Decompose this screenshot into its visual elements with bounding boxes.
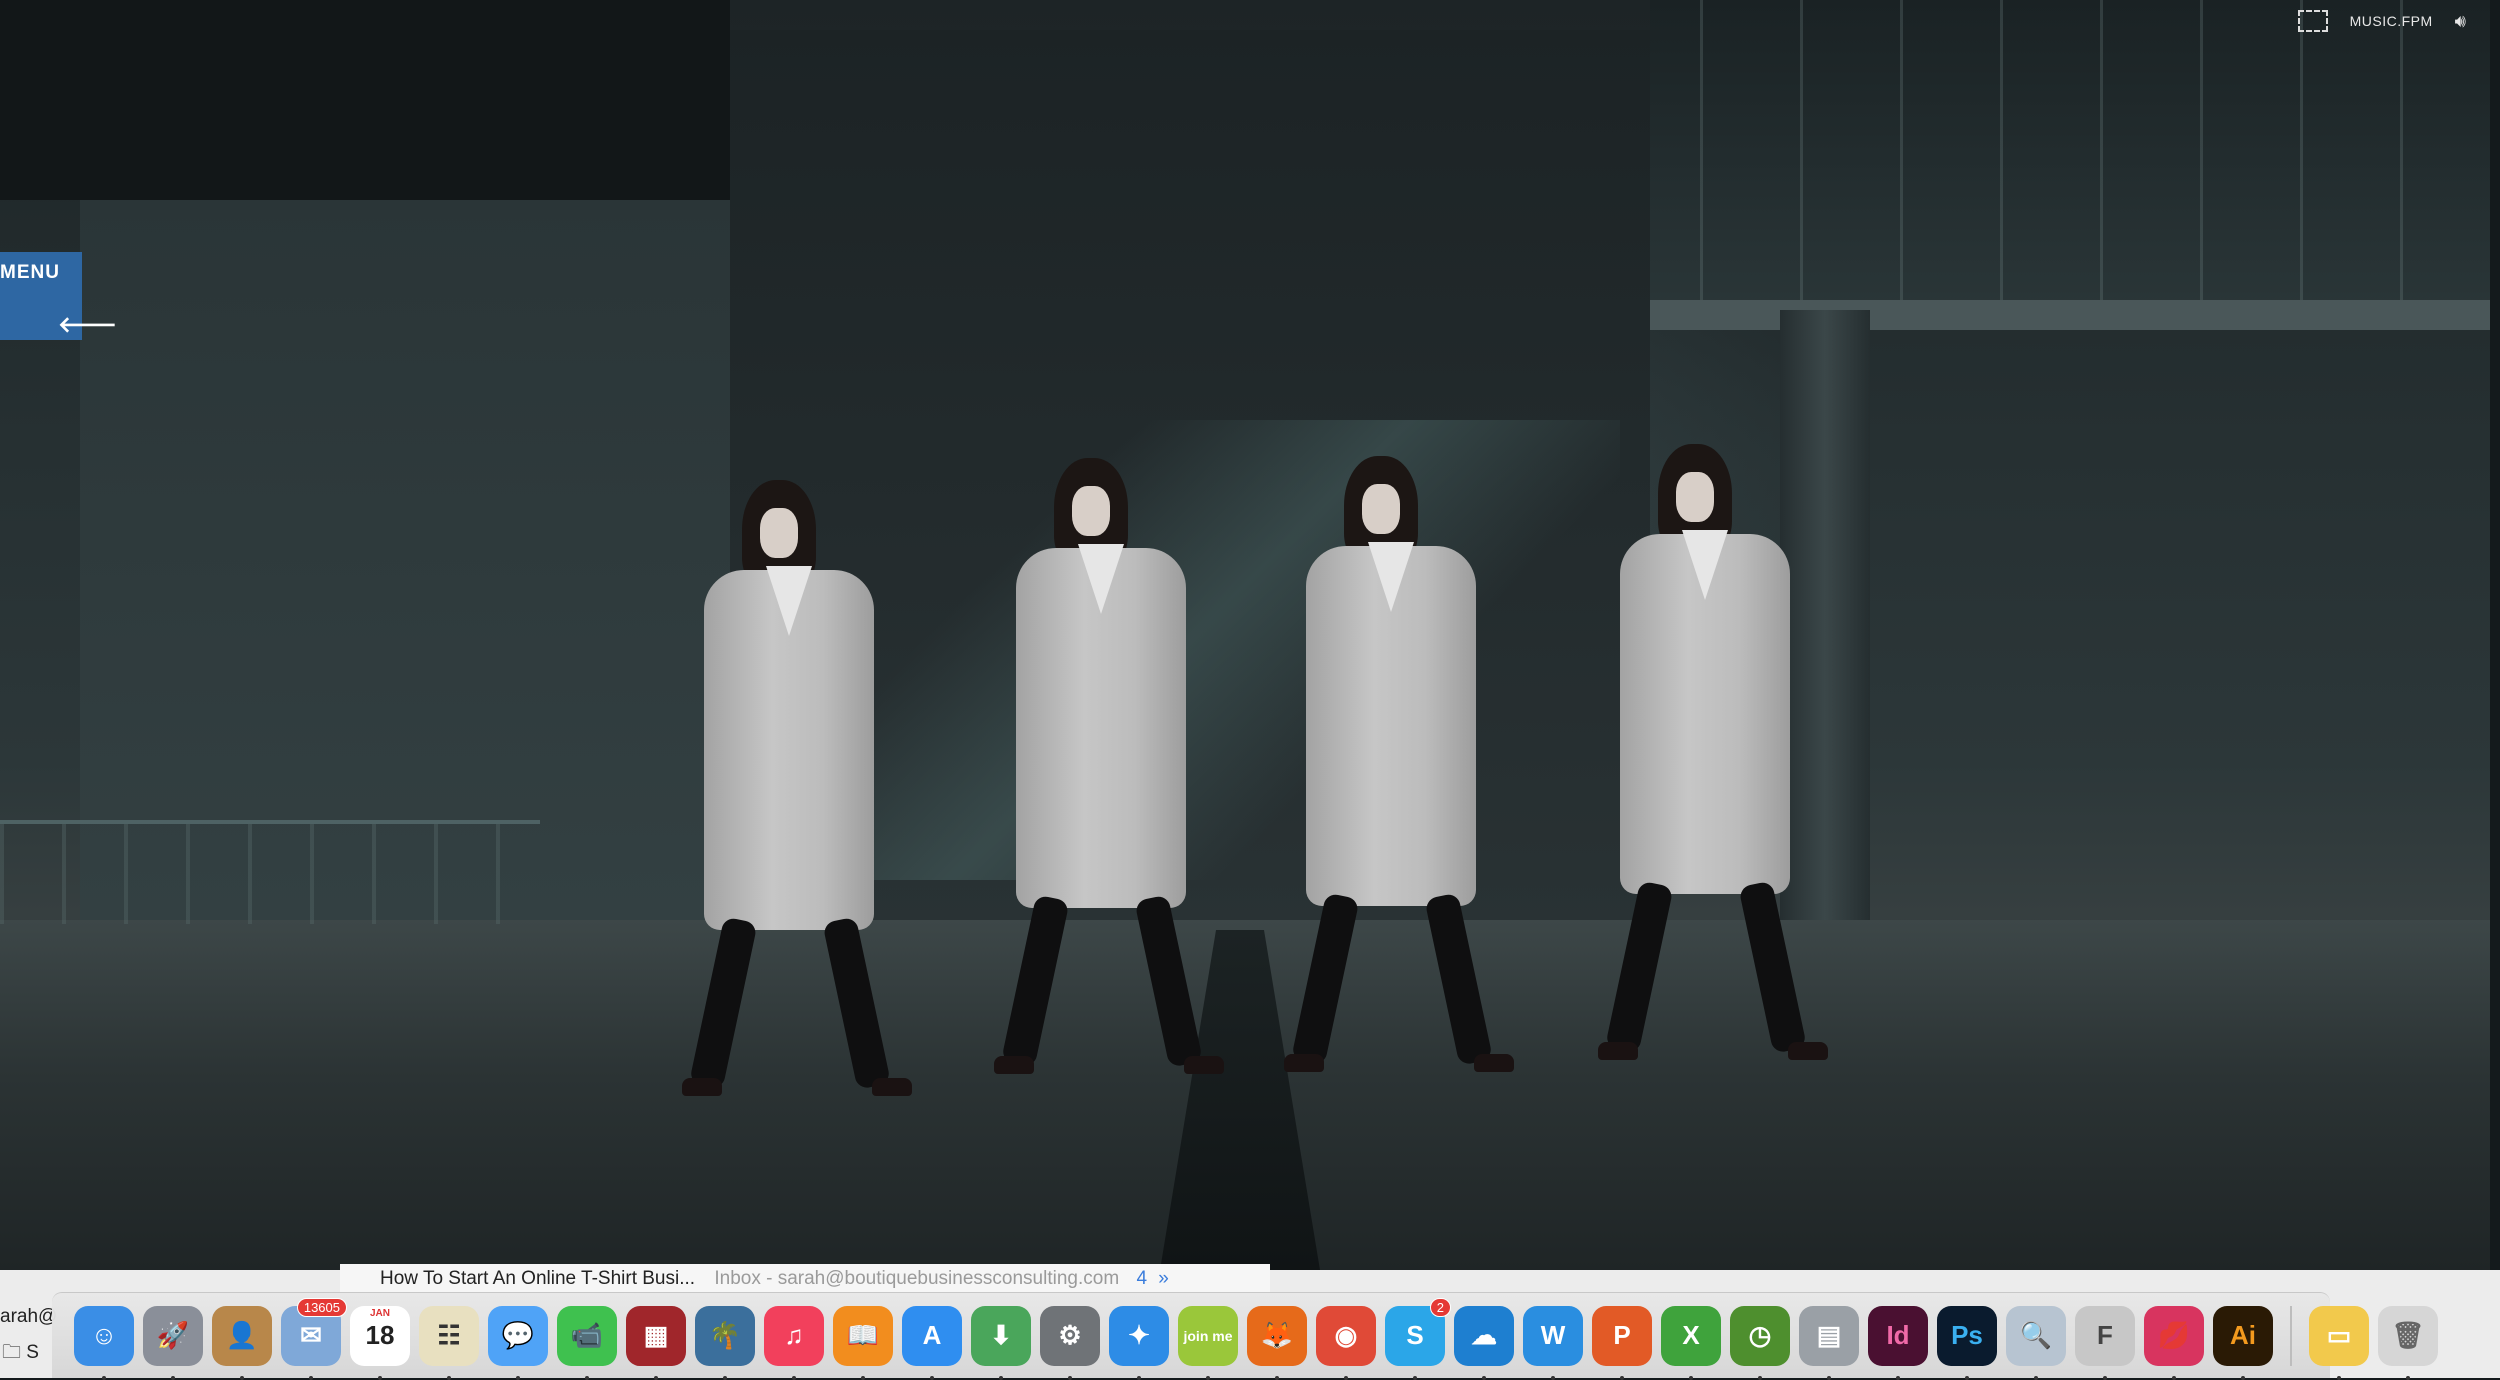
- dock-glyph: ✉: [300, 1320, 322, 1350]
- documents-stack-icon[interactable]: ▭: [2309, 1305, 2369, 1380]
- dock-glyph: Ps: [1951, 1320, 1983, 1350]
- pillar: [1780, 310, 1870, 930]
- system-preferences-icon[interactable]: ⚙: [1040, 1305, 1100, 1380]
- lacie-icon[interactable]: ☁: [1454, 1305, 1514, 1380]
- iphoto-icon[interactable]: 🌴: [695, 1305, 755, 1380]
- dock-glyph: P: [1613, 1320, 1631, 1350]
- background-sidebar-text: arah@: [0, 1306, 58, 1327]
- dock-glyph: 🦊: [1260, 1320, 1294, 1350]
- dock-glyph: ◷: [1748, 1320, 1772, 1350]
- menu-label: MENU: [0, 262, 60, 283]
- messages-icon[interactable]: 💬: [488, 1305, 548, 1380]
- mail-thread-count: 4: [1136, 1268, 1148, 1289]
- contacts-icon[interactable]: 👤: [212, 1305, 272, 1380]
- video-controls: MUSIC.FPM 🔊︎: [2297, 6, 2466, 36]
- app-store-icon[interactable]: A: [902, 1305, 962, 1380]
- word-icon[interactable]: W: [1523, 1305, 1583, 1380]
- facetime-icon[interactable]: 📹: [557, 1305, 617, 1380]
- dock-glyph: W: [1540, 1320, 1566, 1350]
- dock: ☺ 🚀 👤 ✉ 13605 JAN 18 ☷ 💬 📹 ▦ 🌴 ♫ 📖 A ⬇ ⚙ ✦ join me 🦊 ◉ S 2 ☁ W P X…: [52, 1292, 2438, 1380]
- safari-icon[interactable]: ✦: [1109, 1305, 1169, 1380]
- dock-glyph: ☁: [1471, 1320, 1497, 1350]
- volume-icon[interactable]: 🔊︎: [2455, 11, 2466, 32]
- firefox-icon[interactable]: 🦊: [1247, 1305, 1307, 1380]
- join-me-icon[interactable]: join me: [1178, 1305, 1238, 1380]
- mail-list-row[interactable]: How To Start An Online T-Shirt Busi... I…: [340, 1264, 1270, 1294]
- illustrator-icon[interactable]: Ai: [2213, 1305, 2273, 1380]
- dock-glyph: 📖: [846, 1320, 880, 1350]
- itunes-icon[interactable]: ♫: [764, 1305, 824, 1380]
- dock-glyph: join me: [1183, 1327, 1233, 1344]
- dock-glyph: ⚙: [1058, 1320, 1082, 1350]
- finder-icon[interactable]: ☺: [74, 1305, 134, 1380]
- dock-glyph: Id: [1886, 1320, 1910, 1350]
- trash-icon[interactable]: 🗑: [2378, 1305, 2438, 1380]
- dock-glyph: 👤: [225, 1320, 259, 1350]
- dock-glyph: 🌴: [708, 1320, 742, 1350]
- calendar-month: JAN: [369, 1307, 390, 1319]
- dock-glyph: ▦: [643, 1320, 669, 1350]
- dock-glyph: 🚀: [156, 1320, 190, 1350]
- ceiling: [0, 0, 730, 200]
- dock-glyph: 💋: [2157, 1320, 2191, 1350]
- dock-glyph: ☷: [437, 1320, 461, 1350]
- dock-glyph: Ai: [2230, 1320, 2256, 1350]
- chrome-icon[interactable]: ◉: [1316, 1305, 1376, 1380]
- dock-glyph: 💬: [501, 1320, 535, 1350]
- dock-separator: [2290, 1305, 2292, 1366]
- dock-glyph: ♫: [784, 1320, 804, 1350]
- dock-glyph: 🔍: [2019, 1320, 2053, 1350]
- railing: [0, 820, 540, 924]
- arrow-left-icon[interactable]: 🡐: [58, 312, 117, 338]
- dock-glyph: ☺: [90, 1320, 118, 1350]
- chevron-right-icon[interactable]: »: [1158, 1268, 1169, 1289]
- photoshop-icon[interactable]: Ps: [1937, 1305, 1997, 1380]
- calendar-icon[interactable]: JAN 18: [350, 1305, 410, 1380]
- mail-subject: How To Start An Online T-Shirt Busi...: [380, 1268, 696, 1289]
- music-link[interactable]: MUSIC.FPM: [2350, 13, 2433, 29]
- dock-glyph: F: [2097, 1320, 2113, 1350]
- ibooks-icon[interactable]: 📖: [833, 1305, 893, 1380]
- notification-badge: 2: [1429, 1297, 1451, 1317]
- dock-glyph: ◉: [1334, 1320, 1358, 1350]
- dock-glyph: X: [1682, 1320, 1700, 1350]
- excel-icon[interactable]: X: [1661, 1305, 1721, 1380]
- background-folder-item: 🗀 S: [2, 1342, 39, 1363]
- preview-icon[interactable]: ☷: [419, 1305, 479, 1380]
- downloader-icon[interactable]: ⬇: [971, 1305, 1031, 1380]
- dock-glyph: ⬇: [990, 1320, 1012, 1350]
- dock-glyph: ✦: [1128, 1320, 1150, 1350]
- photo-booth-icon[interactable]: ▦: [626, 1305, 686, 1380]
- powerpoint-icon[interactable]: P: [1592, 1305, 1652, 1380]
- balcony-edge: [1650, 300, 2490, 330]
- menu-button[interactable]: MENU 🡐: [0, 252, 117, 340]
- dock-glyph: A: [922, 1320, 942, 1350]
- indesign-icon[interactable]: Id: [1868, 1305, 1928, 1380]
- dock-glyph: ▭: [2326, 1320, 2352, 1350]
- mail-icon[interactable]: ✉ 13605: [281, 1297, 347, 1380]
- dock-glyph: 18: [365, 1320, 395, 1350]
- font-book-icon[interactable]: F: [2075, 1305, 2135, 1380]
- dock-glyph: ▤: [1816, 1320, 1842, 1350]
- fullscreen-icon[interactable]: [2297, 10, 2328, 32]
- mail-mailbox: Inbox - sarah@boutiquebusinessconsulting…: [714, 1268, 1120, 1289]
- kiss-app-icon[interactable]: 💋: [2144, 1305, 2204, 1380]
- time-machine-icon[interactable]: ◷: [1730, 1305, 1790, 1380]
- image-capture-icon[interactable]: 🔍: [2006, 1305, 2066, 1380]
- notification-badge: 13605: [296, 1297, 347, 1317]
- glass-windows: [1700, 0, 2490, 300]
- dock-glyph: S: [1406, 1320, 1424, 1350]
- launchpad-icon[interactable]: 🚀: [143, 1305, 203, 1380]
- dock-glyph: 📹: [570, 1320, 604, 1350]
- dock-glyph: 🗑: [2391, 1320, 2425, 1350]
- disk-utility-icon[interactable]: ▤: [1799, 1305, 1859, 1380]
- left-wall: [80, 200, 730, 920]
- skype-icon[interactable]: S2: [1385, 1297, 1451, 1380]
- video-stage[interactable]: MENU 🡐 MUSIC.FPM 🔊︎: [0, 0, 2490, 1270]
